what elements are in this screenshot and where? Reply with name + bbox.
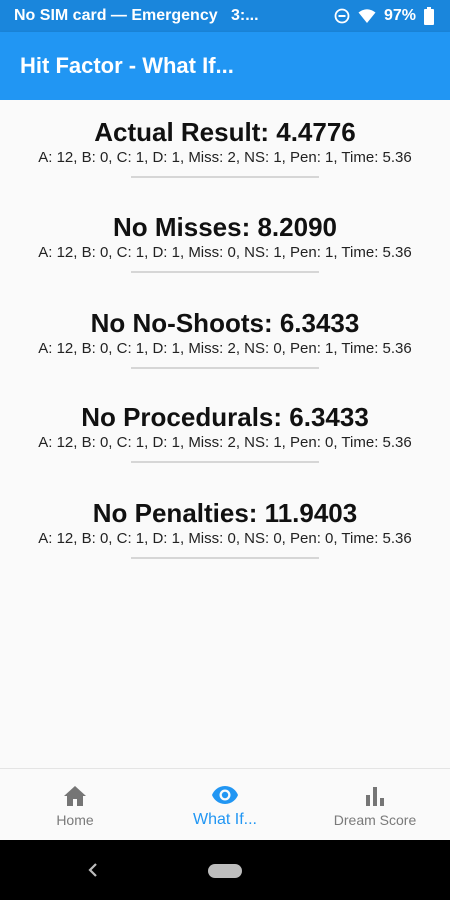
carrier-text: No SIM card — Emergency 3:... <box>14 7 259 24</box>
clock-text: 3:... <box>230 7 259 24</box>
result-title: Actual Result: 4.4776 <box>94 117 356 147</box>
result-detail: A: 12, B: 0, C: 1, D: 1, Miss: 2, NS: 0,… <box>38 340 412 357</box>
result-detail: A: 12, B: 0, C: 1, D: 1, Miss: 2, NS: 1,… <box>38 149 412 166</box>
bottom-nav: Home What If... Dream Score <box>0 768 450 840</box>
result-detail: A: 12, B: 0, C: 1, D: 1, Miss: 2, NS: 1,… <box>38 434 412 451</box>
page-title: Hit Factor - What If... <box>20 53 234 78</box>
home-pill-button[interactable] <box>208 864 242 878</box>
nav-label: Dream Score <box>333 811 417 828</box>
dnd-icon <box>334 8 350 24</box>
result-no-penalties: No Penalties: 11.9403 A: 12, B: 0, C: 1,… <box>0 497 450 559</box>
result-no-no-shoots: No No-Shoots: 6.3433 A: 12, B: 0, C: 1, … <box>0 307 450 369</box>
result-detail: A: 12, B: 0, C: 1, D: 1, Miss: 0, NS: 1,… <box>38 244 412 261</box>
result-no-misses: No Misses: 8.2090 A: 12, B: 0, C: 1, D: … <box>0 211 450 273</box>
battery-icon <box>424 7 434 25</box>
home-icon <box>63 782 87 810</box>
results-list: Actual Result: 4.4776 A: 12, B: 0, C: 1,… <box>0 100 450 768</box>
result-title: No No-Shoots: 6.3433 <box>90 308 360 338</box>
system-navigation-bar <box>0 840 450 900</box>
back-icon[interactable] <box>86 860 100 880</box>
result-title: No Misses: 8.2090 <box>112 212 337 242</box>
wifi-icon <box>358 8 376 24</box>
nav-item-dream-score[interactable]: Dream Score <box>300 769 450 840</box>
divider <box>131 557 319 559</box>
status-icons: 97% <box>334 7 434 25</box>
result-title: No Procedurals: 6.3433 <box>81 402 369 432</box>
result-no-procedurals: No Procedurals: 6.3433 A: 12, B: 0, C: 1… <box>0 401 450 463</box>
divider <box>131 461 319 463</box>
result-detail: A: 12, B: 0, C: 1, D: 1, Miss: 0, NS: 0,… <box>38 530 412 547</box>
nav-item-what-if[interactable]: What If... <box>150 769 300 840</box>
battery-percent: 97% <box>383 7 416 24</box>
result-title: No Penalties: 11.9403 <box>92 498 358 528</box>
divider <box>131 271 319 273</box>
result-actual: Actual Result: 4.4776 A: 12, B: 0, C: 1,… <box>0 116 450 178</box>
nav-label: Home <box>56 811 94 828</box>
divider <box>131 367 319 369</box>
nav-item-home[interactable]: Home <box>0 769 150 840</box>
status-bar: No SIM card — Emergency 3:... 97% <box>0 0 450 32</box>
eye-icon <box>211 781 239 809</box>
nav-label: What If... <box>192 810 257 828</box>
app-bar: Hit Factor - What If... <box>0 32 450 100</box>
divider <box>131 176 319 178</box>
bar-chart-icon <box>364 782 386 810</box>
